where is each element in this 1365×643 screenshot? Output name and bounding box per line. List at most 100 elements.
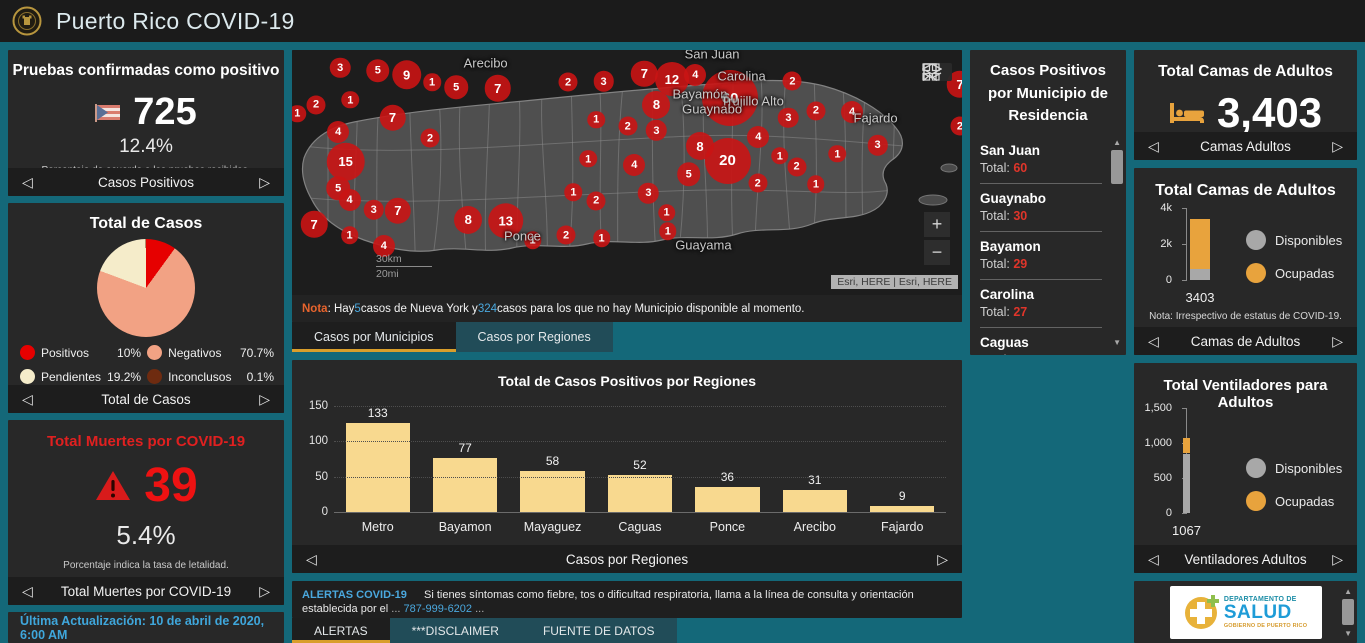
bar[interactable] xyxy=(346,423,410,512)
map-marker[interactable]: 2 xyxy=(950,117,962,136)
map-marker[interactable]: 9 xyxy=(392,60,422,90)
prev-arrow-button[interactable]: ◁ xyxy=(22,175,33,189)
next-arrow-button[interactable]: ▷ xyxy=(937,552,948,566)
map-marker[interactable]: 8 xyxy=(454,206,482,234)
scrollbar-thumb[interactable] xyxy=(1342,599,1354,625)
map-marker[interactable]: 8 xyxy=(642,91,670,119)
bar-segment-ocupadas[interactable] xyxy=(1183,438,1190,453)
tab-casos-por-regiones[interactable]: Casos por Regiones xyxy=(456,322,613,352)
next-arrow-button[interactable]: ▷ xyxy=(1332,552,1343,566)
map-marker[interactable]: 1 xyxy=(565,183,583,201)
map-marker[interactable]: 4 xyxy=(339,189,361,211)
bar[interactable] xyxy=(783,490,847,512)
scroll-down-icon[interactable]: ▼ xyxy=(1113,338,1121,347)
bar[interactable] xyxy=(695,487,759,512)
map-marker[interactable]: 3 xyxy=(867,135,888,156)
map-marker[interactable]: 2 xyxy=(787,157,806,176)
bar-column[interactable]: 77 xyxy=(427,406,504,512)
bar-column[interactable]: 31 xyxy=(777,406,854,512)
map-marker[interactable]: 2 xyxy=(806,101,825,120)
bar-column[interactable]: 133 xyxy=(339,406,416,512)
map-marker[interactable]: 7 xyxy=(301,211,328,238)
map-marker[interactable]: 20 xyxy=(705,138,751,184)
map-marker[interactable]: 4 xyxy=(623,154,645,176)
map-marker[interactable]: 7 xyxy=(484,75,511,102)
bar-segment-disponibles[interactable] xyxy=(1183,454,1190,514)
bar-column[interactable]: 9 xyxy=(864,406,941,512)
next-arrow-button[interactable]: ▷ xyxy=(259,584,270,598)
prev-arrow-button[interactable]: ◁ xyxy=(1148,139,1159,153)
municipio-list-item[interactable]: GuaynaboTotal: 30 xyxy=(980,184,1102,232)
scrollbar-thumb[interactable] xyxy=(1111,150,1123,184)
map-marker[interactable]: 1 xyxy=(829,145,847,163)
map-marker[interactable]: 2 xyxy=(557,226,576,245)
tab-alertas[interactable]: ALERTAS xyxy=(292,618,390,643)
map-marker[interactable]: 2 xyxy=(559,73,578,92)
map-marker[interactable]: 5 xyxy=(677,163,701,187)
tab-casos-por-municipios[interactable]: Casos por Municipios xyxy=(292,322,456,352)
scroll-up-icon[interactable]: ▲ xyxy=(1344,587,1352,596)
map-marker[interactable]: 2 xyxy=(748,174,767,193)
map-marker[interactable]: 1 xyxy=(579,150,597,168)
map-marker[interactable]: 1 xyxy=(659,223,677,241)
bar-column[interactable]: 36 xyxy=(689,406,766,512)
map-marker[interactable]: 1 xyxy=(423,74,441,92)
map-marker[interactable]: 5 xyxy=(366,59,390,83)
map-marker[interactable]: 15 xyxy=(326,142,365,181)
map-marker[interactable]: 7 xyxy=(385,197,412,224)
prev-arrow-button[interactable]: ◁ xyxy=(1148,552,1159,566)
map-marker[interactable]: 1 xyxy=(658,204,676,222)
map-marker[interactable]: 2 xyxy=(783,72,802,91)
map-marker[interactable]: 3 xyxy=(593,71,614,92)
map-marker[interactable]: 3 xyxy=(638,183,659,204)
map-marker[interactable]: 4 xyxy=(327,121,349,143)
scroll-down-icon[interactable]: ▼ xyxy=(1344,629,1352,638)
map-marker[interactable]: 7 xyxy=(631,60,658,87)
map-marker[interactable]: 4 xyxy=(684,64,706,86)
map-marker[interactable]: 2 xyxy=(421,129,440,148)
map-marker[interactable]: 3 xyxy=(363,199,384,220)
bar-segment-disponibles[interactable] xyxy=(1190,269,1210,280)
scroll-up-icon[interactable]: ▲ xyxy=(1113,138,1121,147)
map-marker[interactable]: 3 xyxy=(778,107,799,128)
municipio-list-item[interactable]: BayamonTotal: 29 xyxy=(980,232,1102,280)
municipio-list-item[interactable]: San JuanTotal: 60 xyxy=(980,136,1102,184)
tab-fuente-de-datos[interactable]: FUENTE DE DATOS xyxy=(521,618,677,643)
zoom-out-button[interactable]: − xyxy=(924,240,950,265)
prev-arrow-button[interactable]: ◁ xyxy=(306,552,317,566)
prev-arrow-button[interactable]: ◁ xyxy=(22,392,33,406)
map-marker[interactable]: 1 xyxy=(587,111,605,129)
tab-disclaimer[interactable]: ***DISCLAIMER xyxy=(390,618,521,643)
map-marker[interactable]: 2 xyxy=(587,191,606,210)
basemap-grid-icon[interactable] xyxy=(922,63,940,81)
next-arrow-button[interactable]: ▷ xyxy=(259,392,270,406)
map-marker[interactable]: 1 xyxy=(341,226,359,244)
map-marker[interactable]: 3 xyxy=(330,57,351,78)
map-marker[interactable]: 5 xyxy=(444,75,468,99)
bar[interactable] xyxy=(433,458,497,512)
map-marker[interactable]: 1 xyxy=(593,229,611,247)
next-arrow-button[interactable]: ▷ xyxy=(259,175,270,189)
map-marker[interactable]: 1 xyxy=(807,176,825,194)
municipio-list-item[interactable]: CarolinaTotal: 27 xyxy=(980,280,1102,328)
bar-segment-ocupadas[interactable] xyxy=(1190,219,1210,269)
map-marker[interactable]: 1 xyxy=(292,105,306,123)
bar-column[interactable]: 52 xyxy=(602,406,679,512)
map-marker[interactable]: 4 xyxy=(747,126,769,148)
map-marker[interactable]: 7 xyxy=(379,104,406,131)
bar[interactable] xyxy=(608,475,672,512)
map-marker[interactable]: 2 xyxy=(618,117,637,136)
bar-column[interactable]: 58 xyxy=(514,406,591,512)
map-marker[interactable]: 2 xyxy=(307,95,326,114)
next-arrow-button[interactable]: ▷ xyxy=(1332,139,1343,153)
zoom-in-button[interactable]: + xyxy=(924,212,950,237)
prev-arrow-button[interactable]: ◁ xyxy=(1148,334,1159,348)
map-marker[interactable]: 1 xyxy=(771,147,789,165)
map-canvas[interactable]: 3591572371246024211721241514518233842051… xyxy=(292,50,962,295)
next-arrow-button[interactable]: ▷ xyxy=(1332,334,1343,348)
municipio-list-item[interactable]: CaguasTotal: 20 xyxy=(980,328,1102,355)
app-header: Puerto Rico COVID-19 xyxy=(0,0,1365,42)
map-marker[interactable]: 3 xyxy=(646,120,667,141)
prev-arrow-button[interactable]: ◁ xyxy=(22,584,33,598)
map-marker[interactable]: 1 xyxy=(342,91,360,109)
